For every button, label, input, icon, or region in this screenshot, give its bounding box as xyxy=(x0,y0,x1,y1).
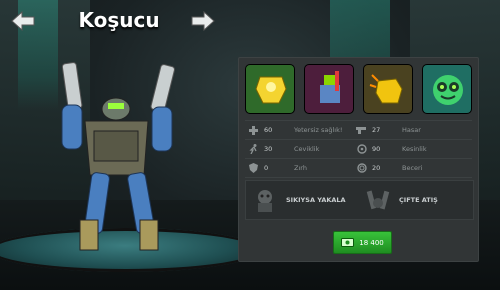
robot-character xyxy=(40,55,200,255)
double-shot-icon xyxy=(366,190,390,210)
arrow-right-icon[interactable] xyxy=(190,10,216,32)
abilities-bar: SIKIYSA YAKALA ÇIFTE ATIŞ xyxy=(245,180,474,220)
stats-row: 0 Zırh 20 Beceri xyxy=(245,158,472,178)
crosshair-icon xyxy=(356,144,367,155)
agility-label: Ceviklik xyxy=(294,145,320,153)
grab-ability-icon xyxy=(258,190,272,212)
buy-button[interactable]: 18 400 xyxy=(333,231,392,254)
armor-label: Zırh xyxy=(294,164,307,172)
gold-fist-icon[interactable] xyxy=(363,64,413,114)
ability-grab-label: SIKIYSA YAKALA xyxy=(286,196,346,204)
green-face-icon[interactable] xyxy=(422,64,472,114)
title-row: Koşucu xyxy=(0,6,240,38)
shield-icon xyxy=(248,163,259,174)
buy-price: 18 400 xyxy=(359,238,384,247)
stats-row: 60 Yetersiz sağlık! 27 Hasar xyxy=(245,120,472,139)
gun-icon xyxy=(356,125,367,136)
skill-icons xyxy=(245,64,472,114)
skill-value: 20 xyxy=(372,164,381,172)
stats-table: 60 Yetersiz sağlık! 27 Hasar 30 Ceviklik… xyxy=(245,120,472,178)
red-robot-icon[interactable] xyxy=(304,64,354,114)
damage-value: 27 xyxy=(372,126,381,134)
ability-grab[interactable]: SIKIYSA YAKALA xyxy=(246,181,359,219)
running-figure-icon xyxy=(248,144,259,155)
gold-armor-icon[interactable] xyxy=(245,64,295,114)
health-cross-icon xyxy=(248,125,259,136)
health-label: Yetersiz sağlık! xyxy=(294,126,343,134)
accuracy-value: 90 xyxy=(372,145,381,153)
health-value: 60 xyxy=(264,126,273,134)
money-icon xyxy=(341,238,355,247)
stats-panel: 60 Yetersiz sağlık! 27 Hasar 30 Ceviklik… xyxy=(238,57,479,262)
arrow-left-icon[interactable] xyxy=(10,10,36,32)
target-icon xyxy=(356,163,367,174)
page-title: Koşucu xyxy=(78,8,160,32)
skill-label: Beceri xyxy=(402,164,423,172)
ability-double-shot[interactable]: ÇIFTE ATIŞ xyxy=(359,181,472,219)
agility-value: 30 xyxy=(264,145,273,153)
damage-label: Hasar xyxy=(402,126,421,134)
accuracy-label: Kesinlik xyxy=(402,145,427,153)
stats-row: 30 Ceviklik 90 Kesinlik xyxy=(245,139,472,158)
ability-double-shot-label: ÇIFTE ATIŞ xyxy=(399,196,438,204)
armor-value: 0 xyxy=(264,164,269,172)
